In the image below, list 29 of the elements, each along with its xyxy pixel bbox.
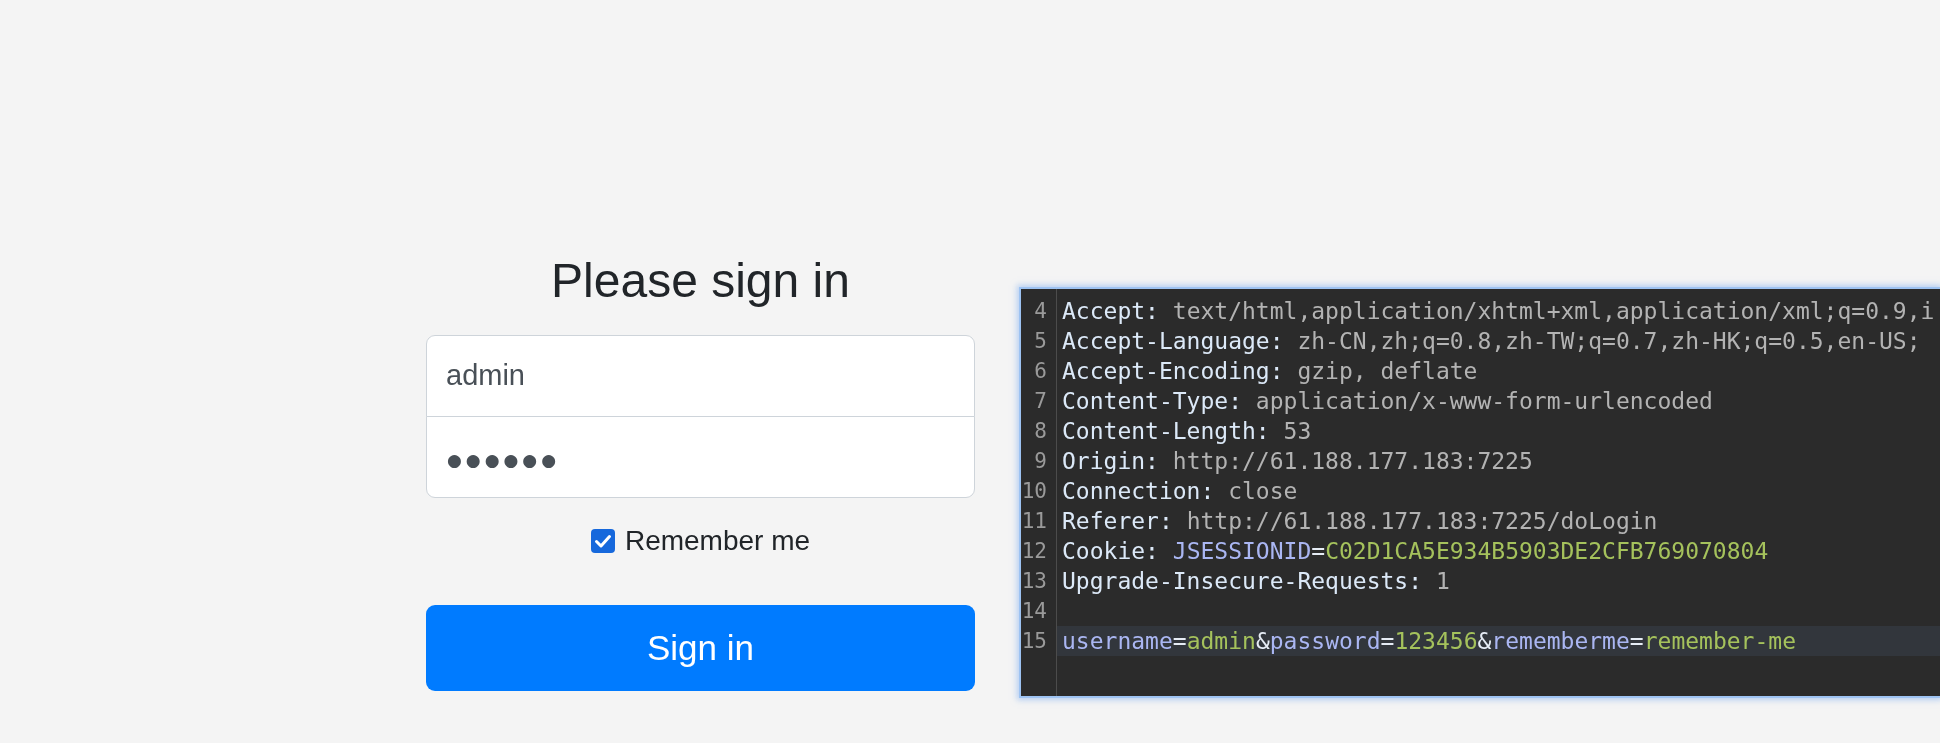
code-line: username=admin&password=123456&rememberme=remember-me — [1062, 628, 1796, 654]
page-heading: Please sign in — [551, 253, 850, 309]
remember-me-label[interactable]: Remember me — [624, 525, 811, 556]
line-number: 11 — [1021, 508, 1047, 535]
code-line: Content-Length: 53 — [1062, 418, 1312, 444]
line-number: 5 — [1034, 328, 1047, 355]
code-line: Connection: close — [1062, 478, 1298, 504]
line-number: 12 — [1021, 538, 1047, 565]
code-line: Referer: http://61.188.177.183:7225/doLogin — [1062, 508, 1658, 534]
code-line: Origin: http://61.188.177.183:7225 — [1062, 448, 1533, 474]
remember-checkbox[interactable] — [590, 528, 615, 553]
line-number: 14 — [1021, 598, 1047, 625]
code-line: Accept-Language: zh-CN,zh;q=0.8,zh-TW;q=0.7,zh-HK;q=0.5,en-US; — [1062, 328, 1921, 354]
line-number: 8 — [1034, 418, 1047, 445]
line-number: 15 — [1021, 628, 1047, 655]
username-field[interactable]: admin — [426, 334, 975, 417]
line-number: 13 — [1021, 568, 1047, 595]
code-line: Content-Type: application/x-www-form-urlencoded — [1062, 388, 1713, 414]
line-number: 10 — [1021, 478, 1047, 505]
line-number: 4 — [1034, 298, 1047, 325]
line-number: 6 — [1034, 358, 1047, 385]
code-line: Accept-Encoding: gzip, deflate — [1062, 358, 1478, 384]
code-line: Upgrade-Insecure-Requests: 1 — [1062, 568, 1450, 594]
line-number: 7 — [1034, 388, 1047, 415]
code-line: Accept: text/html,application/xhtml+xml,application/xml;q=0.9,i — [1062, 298, 1935, 324]
code-line: Cookie: JSESSIONID=C02D1CA5E934B5903DE2CFB769070804 — [1062, 538, 1769, 564]
sign-in-button[interactable]: Sign in — [426, 604, 975, 691]
password-field[interactable]: ●●●●●● — [426, 415, 975, 498]
line-number: 9 — [1034, 448, 1047, 475]
